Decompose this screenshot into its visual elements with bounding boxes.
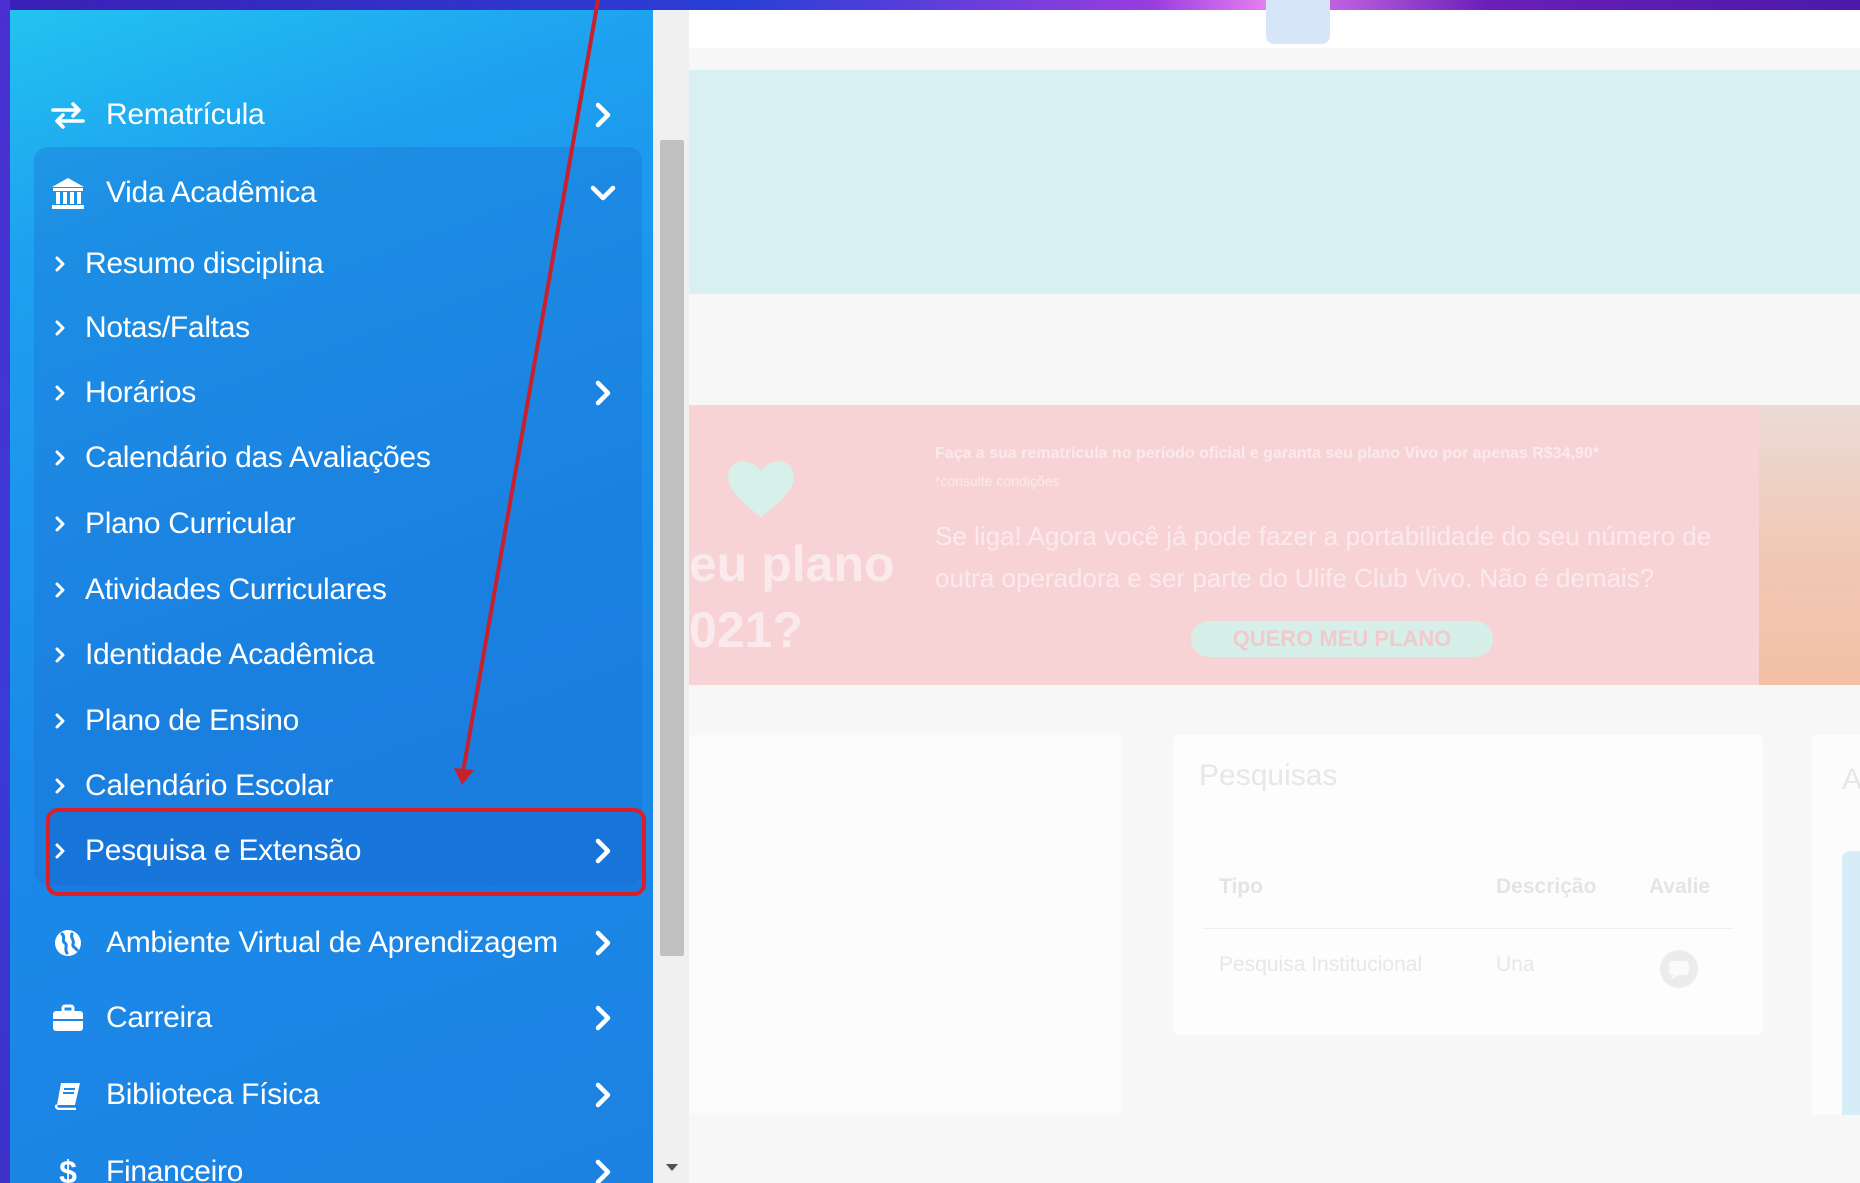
chevron-right-icon — [52, 841, 68, 861]
promo-paragraph-line-2: outra operadora e ser parte do Ulife Clu… — [935, 563, 1655, 593]
submenu-item-label: Identidade Acadêmica — [85, 638, 375, 671]
search-button[interactable] — [1266, 0, 1330, 44]
chevron-right-icon — [52, 254, 68, 274]
chevron-right-icon — [590, 930, 616, 956]
promo-offer-text: Faça a sua rematrícula no período oficia… — [935, 445, 1599, 462]
chevron-right-icon — [52, 383, 68, 403]
table-cell-descricao: Una — [1496, 953, 1535, 976]
promo-footnote: *consulte condições — [935, 473, 1060, 489]
promo-headline-2: 021? — [689, 602, 803, 658]
dollar-icon: $ — [50, 1154, 86, 1183]
submenu-item-resumo-disciplina[interactable]: Resumo disciplina — [34, 236, 642, 292]
submenu-item-label: Calendário das Avaliações — [85, 441, 431, 474]
submenu-item-calendario-escolar[interactable]: Calendário Escolar — [34, 758, 642, 814]
submenu-item-plano-de-ensino[interactable]: Plano de Ensino — [34, 693, 642, 749]
sidebar-item-financeiro[interactable]: $ Financeiro — [10, 1142, 653, 1183]
table-header-descricao: Descrição — [1496, 875, 1597, 898]
sidebar-item-label: Ambiente Virtual de Aprendizagem — [106, 926, 558, 959]
promo-headline-1: eu plano — [689, 536, 895, 592]
chevron-right-icon — [52, 318, 68, 338]
submenu-item-label: Plano de Ensino — [85, 704, 299, 737]
submenu-item-label: Horários — [85, 376, 196, 409]
right-card-accent — [1842, 851, 1860, 1115]
sidebar-scrollbar-thumb[interactable] — [660, 140, 684, 956]
chevron-right-icon — [590, 838, 616, 864]
pesquisas-card: Pesquisas Tipo Descrição Avalie Pesquisa… — [1173, 735, 1763, 1035]
left-card — [689, 735, 1121, 1115]
book-icon — [50, 1077, 86, 1113]
chevron-right-icon — [590, 102, 616, 128]
swap-arrows-icon — [50, 97, 86, 133]
promo-cta-button[interactable]: QUERO MEU PLANO — [1191, 621, 1493, 657]
chevron-right-icon — [52, 776, 68, 796]
sidebar-item-biblioteca-fisica[interactable]: Biblioteca Física — [10, 1065, 653, 1125]
chat-icon[interactable] — [1659, 949, 1699, 989]
right-card: A — [1812, 735, 1860, 1115]
chevron-right-icon — [590, 380, 616, 406]
submenu-item-label: Atividades Curriculares — [85, 573, 387, 606]
globe-icon — [50, 925, 86, 961]
table-header-tipo: Tipo — [1219, 875, 1263, 898]
submenu-item-label: Calendário Escolar — [85, 769, 334, 802]
sidebar-item-label: Financeiro — [106, 1155, 244, 1183]
scroll-down-arrow-icon[interactable] — [663, 1160, 681, 1174]
chevron-right-icon — [590, 1159, 616, 1183]
sidebar-item-carreira[interactable]: Carreira — [10, 988, 653, 1048]
submenu-item-label: Notas/Faltas — [85, 311, 250, 344]
top-banner — [689, 70, 1860, 294]
sidebar-item-rematricula[interactable]: Rematrícula — [10, 85, 653, 145]
submenu-item-label: Resumo disciplina — [85, 247, 324, 280]
submenu-item-notas-faltas[interactable]: Notas/Faltas — [34, 300, 642, 356]
chevron-right-icon — [590, 1082, 616, 1108]
heart-icon — [728, 461, 794, 517]
sidebar-item-label: Vida Acadêmica — [106, 176, 317, 209]
window-left-edge — [0, 0, 10, 1183]
sidebar-item-label: Biblioteca Física — [106, 1078, 320, 1111]
briefcase-icon — [50, 1000, 86, 1036]
submenu-item-label: Pesquisa e Extensão — [85, 834, 362, 867]
table-divider — [1203, 928, 1733, 929]
sidebar-item-ambiente-virtual[interactable]: Ambiente Virtual de Aprendizagem — [10, 913, 653, 973]
submenu-item-identidade-academica[interactable]: Identidade Acadêmica — [34, 627, 642, 683]
chevron-right-icon — [52, 645, 68, 665]
chevron-down-icon — [590, 180, 616, 206]
submenu-item-pesquisa-extensao[interactable]: Pesquisa e Extensão — [34, 823, 642, 879]
submenu-item-atividades-curriculares[interactable]: Atividades Curriculares — [34, 562, 642, 618]
sidebar-menu: Rematrícula Vida Acadêmica Resumo discip… — [10, 10, 653, 1183]
promo-person-image — [1759, 405, 1860, 685]
window-top-strip — [0, 0, 1860, 10]
sidebar-item-vida-academica[interactable]: Vida Acadêmica — [10, 163, 653, 223]
right-card-initial: A — [1842, 763, 1860, 796]
table-cell-tipo: Pesquisa Institucional — [1219, 953, 1423, 976]
chevron-right-icon — [52, 448, 68, 468]
svg-text:$: $ — [59, 1155, 77, 1183]
pesquisas-title: Pesquisas — [1199, 759, 1338, 792]
promo-banner[interactable]: eu plano 021? Faça a sua rematrícula no … — [689, 405, 1860, 685]
submenu-item-horarios[interactable]: Horários — [34, 365, 642, 421]
chevron-right-icon — [52, 711, 68, 731]
sidebar-item-label: Carreira — [106, 1001, 212, 1034]
promo-paragraph-line-1: Se liga! Agora você já pode fazer a port… — [935, 521, 1712, 551]
chevron-right-icon — [52, 580, 68, 600]
chevron-right-icon — [52, 514, 68, 534]
submenu-item-calendario-avaliacoes[interactable]: Calendário das Avaliações — [34, 430, 642, 486]
institution-icon — [50, 175, 86, 211]
submenu-item-label: Plano Curricular — [85, 507, 296, 540]
sidebar-item-label: Rematrícula — [106, 98, 265, 131]
chevron-right-icon — [590, 1005, 616, 1031]
table-header-avalie: Avalie — [1649, 875, 1711, 898]
submenu-item-plano-curricular[interactable]: Plano Curricular — [34, 496, 642, 552]
